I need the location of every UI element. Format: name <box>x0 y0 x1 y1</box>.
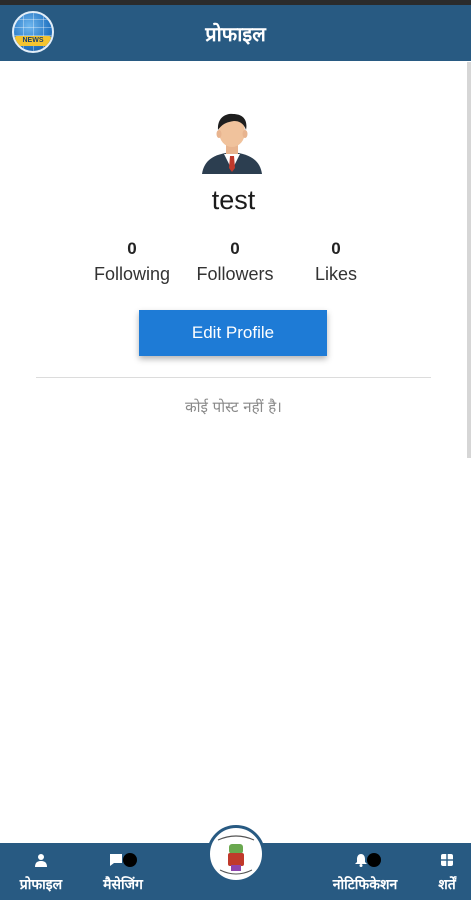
following-count: 0 <box>127 239 137 258</box>
nav-item-messaging[interactable]: मैसेजिंग <box>86 843 160 900</box>
nav-label-profile: प्रोफाइल <box>19 877 63 893</box>
stat-following[interactable]: 0 Following <box>77 239 187 285</box>
message-badge <box>123 853 137 867</box>
app-logo-icon <box>211 829 261 879</box>
divider <box>36 377 431 378</box>
edit-profile-button[interactable]: Edit Profile <box>139 310 327 356</box>
page-title: प्रोफाइल <box>205 21 266 46</box>
news-logo-icon[interactable]: NEWS <box>12 11 54 53</box>
nav-label-notifications: नोटिफिकेशन <box>332 877 398 893</box>
center-home-button[interactable] <box>207 825 265 883</box>
likes-count: 0 <box>331 239 341 258</box>
following-label: Following <box>93 264 171 284</box>
nav-label-terms: शर्तें <box>438 877 456 893</box>
likes-label: Likes <box>314 264 358 284</box>
nav-item-notifications[interactable]: नोटिफिकेशन <box>315 843 415 900</box>
person-icon <box>35 854 47 867</box>
avatar <box>202 113 262 174</box>
followers-label: Followers <box>196 264 274 284</box>
followers-count: 0 <box>230 239 240 258</box>
message-icon <box>110 854 122 866</box>
notification-badge <box>367 853 381 867</box>
grid-icon <box>441 854 453 866</box>
username: test <box>211 185 256 215</box>
scrollbar[interactable] <box>467 62 471 458</box>
logo-text: NEWS <box>15 36 51 46</box>
app-header: NEWS प्रोफाइल <box>0 5 471 61</box>
bell-icon <box>355 854 367 867</box>
empty-posts-message: कोई पोस्ट नहीं है। <box>185 398 282 416</box>
nav-item-profile[interactable]: प्रोफाइल <box>2 843 80 900</box>
nav-item-terms[interactable]: शर्तें <box>424 843 470 900</box>
nav-label-messaging: मैसेजिंग <box>103 877 143 893</box>
stat-followers[interactable]: 0 Followers <box>180 239 290 285</box>
stat-likes[interactable]: 0 Likes <box>281 239 391 285</box>
